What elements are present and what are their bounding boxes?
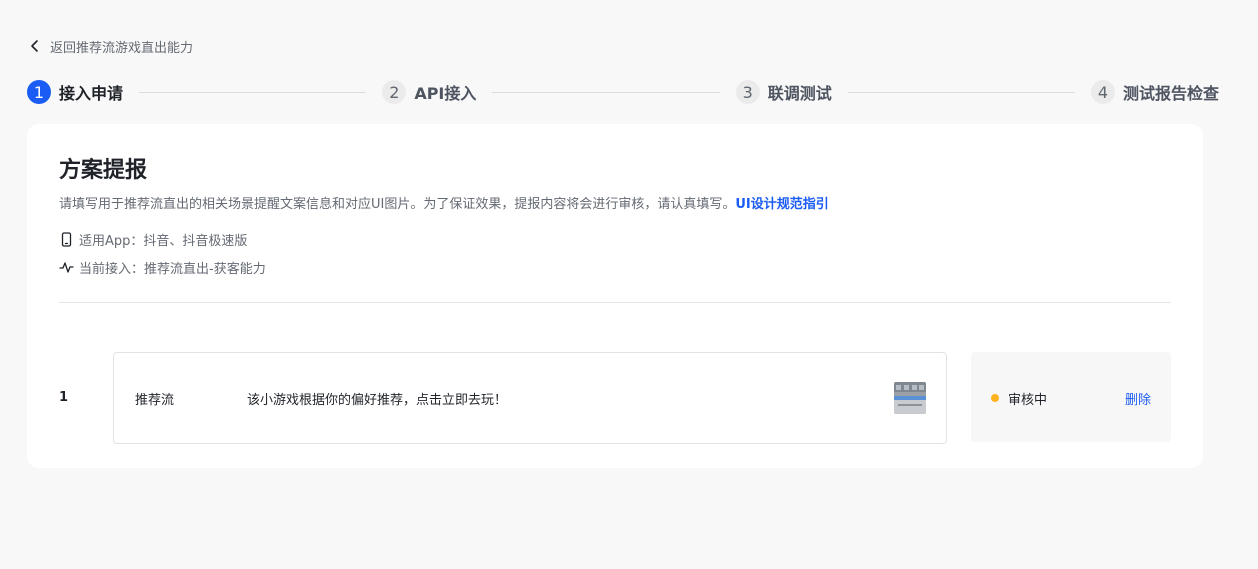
delete-button[interactable]: 删除: [1125, 389, 1151, 408]
step-connector: [847, 91, 1075, 93]
step-connector: [139, 91, 367, 93]
step-label: 接入申请: [59, 84, 124, 103]
step-connector: [492, 91, 720, 93]
phone-icon: [61, 232, 72, 247]
step-label: 联调测试: [767, 84, 832, 103]
step-report-check: 4 测试报告检查: [1091, 80, 1219, 104]
ui-image-thumbnail[interactable]: [894, 382, 926, 414]
applicable-apps: 适用App：抖音、抖音极速版: [59, 230, 247, 249]
divider: [59, 302, 1171, 303]
card-description: 请填写用于推荐流直出的相关场景提醒文案信息和对应UI图片。为了保证效果，提报内容…: [59, 193, 829, 212]
step-number: 4: [1091, 80, 1115, 104]
current-access: 当前接入：推荐流直出-获客能力: [59, 258, 266, 277]
activity-icon: [59, 262, 74, 273]
proposal-row: 推荐流 该小游戏根据你的偏好推荐，点击立即去玩！: [113, 352, 947, 444]
chevron-left-icon: [31, 40, 38, 52]
ui-guide-link[interactable]: UI设计规范指引: [735, 197, 828, 212]
description-text: 请填写用于推荐流直出的相关场景提醒文案信息和对应UI图片。为了保证效果，提报内容…: [59, 197, 736, 212]
step-label: API接入: [414, 84, 477, 103]
steps-progress: 1 接入申请 2 API接入 3 联调测试 4 测试报告检查: [27, 80, 1219, 104]
status-text: 审核中: [1008, 393, 1048, 408]
reminder-copy-text: 该小游戏根据你的偏好推荐，点击立即去玩！: [247, 393, 508, 408]
status-dot: [991, 394, 999, 402]
card-title: 方案提报: [59, 158, 148, 183]
step-number: 3: [735, 80, 760, 104]
back-link[interactable]: 返回推荐流游戏直出能力: [28, 36, 193, 56]
step-api: 2 API接入: [382, 80, 476, 104]
scene-label: 推荐流: [135, 393, 175, 408]
step-joint-test: 3 联调测试: [735, 80, 832, 104]
step-apply: 1 接入申请: [27, 80, 123, 104]
step-label: 测试报告检查: [1123, 84, 1220, 103]
proposal-card: 方案提报 请填写用于推荐流直出的相关场景提醒文案信息和对应UI图片。为了保证效果…: [27, 124, 1203, 468]
row-index: 1: [59, 390, 69, 405]
current-access-text: 当前接入：推荐流直出-获客能力: [79, 262, 266, 277]
step-number: 2: [382, 80, 407, 104]
back-link-label: 返回推荐流游戏直出能力: [50, 40, 194, 56]
step-number: 1: [27, 80, 51, 104]
applicable-apps-text: 适用App：抖音、抖音极速版: [79, 234, 248, 249]
review-status-panel: 审核中 删除: [971, 352, 1171, 442]
